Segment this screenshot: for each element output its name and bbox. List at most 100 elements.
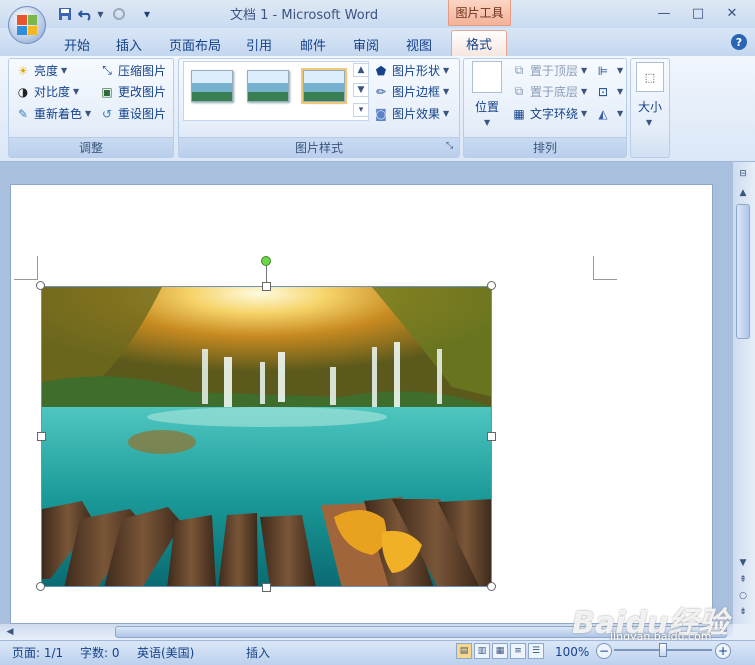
resize-handle-n[interactable] [262,282,271,291]
resize-handle-s[interactable] [262,583,271,592]
group-styles-label: 图片样式 [179,137,459,157]
text-wrapping-button[interactable]: ▦ 文字环绕 ▼ [512,104,587,123]
group-objects-button[interactable]: ⊡ ▼ [596,82,623,101]
contrast-icon: ◑ [17,84,29,99]
office-button[interactable] [8,6,46,44]
tab-page-layout[interactable]: 页面布局 [166,33,224,55]
ruler-toggle-icon[interactable]: ⊟ [735,167,751,181]
resize-handle-e[interactable] [487,432,496,441]
change-label: 更改图片 [118,85,167,99]
wrap-icon: ▦ [513,106,525,121]
picture-effects-button[interactable]: ◙ 图片效果 ▼ [374,104,449,123]
style-thumbnail-1[interactable] [191,70,233,102]
scroll-down-icon[interactable]: ▼ [735,556,751,570]
redo-icon[interactable] [110,5,128,23]
select-browse-object-icon[interactable]: ○ [735,589,751,603]
recolor-label: 重新着色 [34,107,83,121]
size-label: 大小 [638,100,663,114]
status-insert-mode[interactable]: 插入 [246,643,270,661]
tab-insert[interactable]: 插入 [110,33,148,55]
size-dropdown-icon[interactable]: ▼ [646,118,652,127]
resize-handle-sw[interactable] [36,582,45,591]
bring-to-front-button[interactable]: ⧉ 置于顶层 ▼ [512,61,587,80]
zoom-out-icon[interactable]: − [596,643,612,659]
recolor-button[interactable]: ✎ 重新着色 ▼ [16,104,91,123]
position-icon [472,61,502,93]
send-to-back-button[interactable]: ⧉ 置于底层 ▼ [512,82,587,101]
selected-picture[interactable] [41,286,492,587]
tab-mailings[interactable]: 邮件 [294,33,332,55]
front-label: 置于顶层 [530,64,579,78]
shape-icon: ⬟ [375,63,387,78]
minimize-icon[interactable]: — [652,4,676,22]
close-icon[interactable]: ✕ [720,4,744,22]
effect-label: 图片效果 [392,107,441,121]
save-icon[interactable] [56,5,74,23]
style-thumbnail-3[interactable] [301,68,347,104]
align-button[interactable]: ⊫ ▼ [596,61,623,80]
change-picture-button[interactable]: ▣ 更改图片 [100,82,166,101]
bring-front-icon: ⧉ [514,63,524,77]
group-adjust-label: 调整 [9,137,173,157]
scroll-up-icon[interactable]: ▲ [735,186,751,200]
rotate-icon: ◭ [598,106,608,121]
shape-label: 图片形状 [392,64,441,78]
group-arrange-label: 排列 [464,137,626,157]
pen-icon: ✏ [375,84,387,99]
align-icon: ⊫ [597,63,609,78]
position-button[interactable]: 位置 [475,97,499,116]
status-word-count[interactable]: 字数: 0 [80,643,120,661]
maximize-icon[interactable]: □ [686,4,710,22]
print-layout-view-icon[interactable]: ▤ [456,643,472,659]
position-label: 位置 [475,100,500,114]
gallery-down-icon[interactable]: ▼ [353,83,369,97]
customize-icon[interactable]: ▾ [140,5,154,23]
brightness-label: 亮度 [34,64,59,78]
help-icon[interactable]: ? [731,34,747,50]
margin-mark-right [593,256,617,280]
reset-picture-button[interactable]: ↺ 重设图片 [100,104,166,123]
undo-icon[interactable]: ▼ [78,5,104,23]
tab-review[interactable]: 审阅 [347,33,385,55]
web-layout-icon[interactable]: ▦ [492,643,508,659]
position-dropdown-icon[interactable]: ▼ [484,118,490,127]
dialog-launcher-icon[interactable]: ⤡ [446,141,453,151]
tab-view[interactable]: 视图 [400,33,438,55]
resize-handle-nw[interactable] [36,281,45,290]
brightness-button[interactable]: ☀ 亮度 ▼ [16,61,68,80]
status-page[interactable]: 页面: 1/1 [12,643,63,661]
zoom-level[interactable]: 100% [555,643,589,661]
picture-shape-button[interactable]: ⬟ 图片形状 ▼ [374,61,449,80]
style-thumbnail-2[interactable] [247,70,289,102]
zoom-slider-knob[interactable] [659,643,667,657]
resize-handle-ne[interactable] [487,281,496,290]
resize-handle-w[interactable] [37,432,46,441]
tab-references[interactable]: 引用 [240,33,278,55]
reset-picture-icon: ↺ [101,106,113,121]
size-button[interactable]: 大小 [638,97,662,116]
scroll-left-icon[interactable]: ◀ [2,625,18,639]
full-screen-reading-icon[interactable]: ▥ [474,643,490,659]
office-logo-icon [17,15,37,35]
contrast-button[interactable]: ◑ 对比度 ▼ [16,82,79,101]
rotate-button[interactable]: ◭ ▼ [596,104,623,123]
picture-border-button[interactable]: ✏ 图片边框 ▼ [374,82,449,101]
gallery-more-icon[interactable]: ▾ [353,103,369,117]
vertical-scroll-thumb[interactable] [736,204,750,339]
rotate-handle[interactable] [261,256,271,266]
compress-pictures-button[interactable]: ⤡ 压缩图片 [100,61,166,80]
draft-view-icon[interactable]: ☰ [528,643,544,659]
sun-icon: ☀ [17,63,29,78]
tab-format[interactable]: 格式 [451,30,507,56]
resize-handle-se[interactable] [487,582,496,591]
tab-home[interactable]: 开始 [58,33,96,55]
next-page-icon[interactable]: ⇟ [735,605,751,619]
status-language[interactable]: 英语(美国) [137,643,194,661]
recolor-icon: ✎ [17,106,29,121]
previous-page-icon[interactable]: ⇞ [735,573,751,587]
gallery-up-icon[interactable]: ▲ [353,63,369,77]
outline-view-icon[interactable]: ≡ [510,643,526,659]
size-icon: ⬚ [636,62,664,92]
wrap-label: 文字环绕 [530,107,579,121]
zoom-in-icon[interactable]: + [715,643,731,659]
